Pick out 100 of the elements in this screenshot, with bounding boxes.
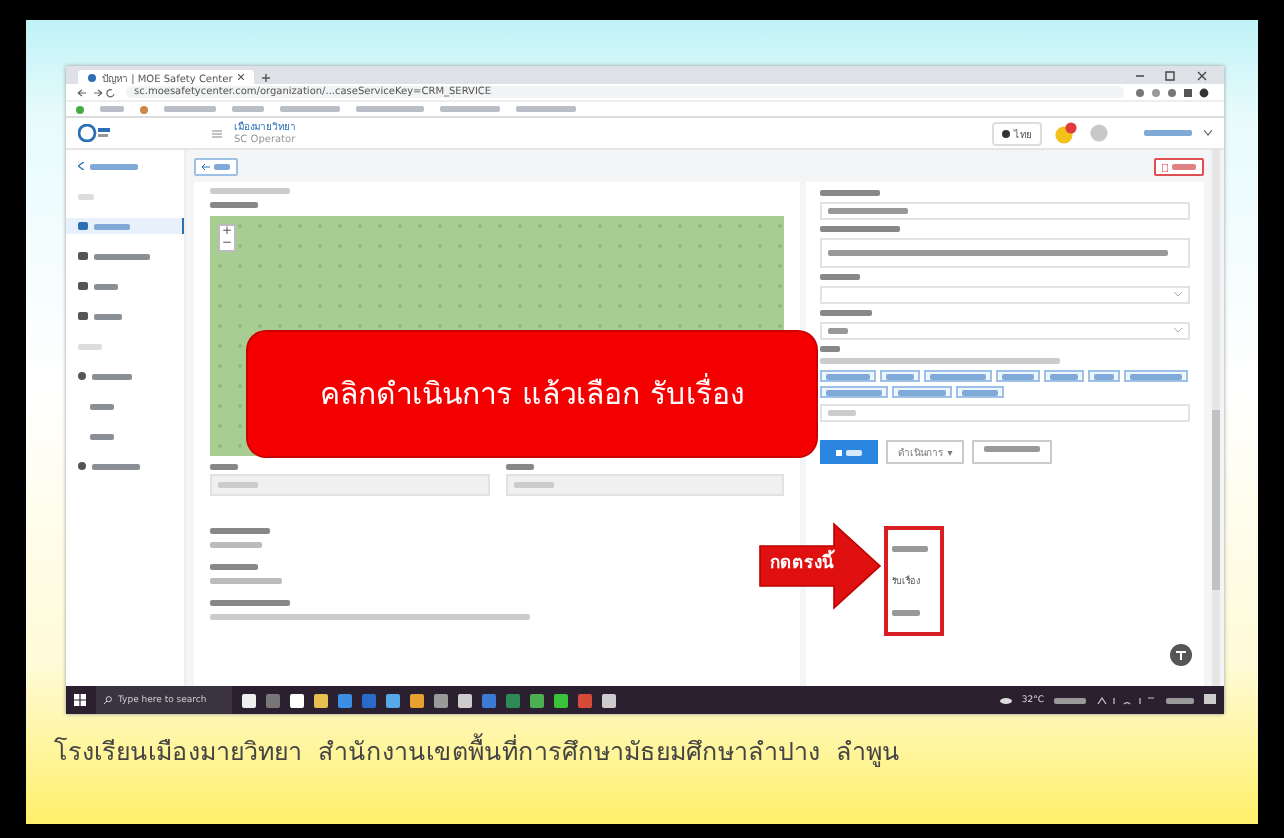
input-field[interactable] bbox=[505, 474, 785, 496]
trash-icon bbox=[1162, 163, 1168, 171]
blurred-text bbox=[898, 389, 947, 395]
blurred-text bbox=[820, 190, 881, 196]
tag[interactable] bbox=[996, 370, 1041, 382]
gear-icon bbox=[78, 372, 86, 380]
bookmark-icon bbox=[76, 105, 84, 113]
blurred-text bbox=[892, 546, 928, 552]
blurred-text bbox=[90, 433, 114, 439]
arrow-left-icon bbox=[202, 164, 210, 170]
blurred-text bbox=[930, 373, 987, 379]
blurred-text bbox=[100, 106, 124, 112]
sidebar-item[interactable] bbox=[66, 218, 184, 234]
blurred-text bbox=[78, 193, 94, 199]
inbox-icon bbox=[78, 252, 88, 260]
navigation-icon[interactable] bbox=[76, 87, 116, 97]
save-button[interactable] bbox=[820, 440, 879, 464]
chevron-icon bbox=[1174, 328, 1182, 334]
blurred-text bbox=[210, 464, 238, 470]
back-button[interactable] bbox=[194, 158, 238, 176]
blurred-text bbox=[513, 482, 554, 488]
blurred-text bbox=[820, 274, 861, 280]
scrollbar-thumb[interactable] bbox=[1212, 410, 1220, 590]
blurred-text bbox=[1172, 164, 1196, 170]
blurred-text bbox=[356, 106, 424, 112]
blurred-text bbox=[820, 310, 873, 316]
system-tray-icon bbox=[1096, 695, 1156, 705]
tag[interactable] bbox=[924, 370, 993, 382]
blurred-text bbox=[210, 202, 258, 208]
search-icon bbox=[104, 696, 112, 704]
blurred-text bbox=[210, 542, 262, 548]
blurred-text bbox=[886, 373, 915, 379]
dropdown-field[interactable] bbox=[820, 286, 1190, 304]
blurred-text bbox=[214, 164, 230, 170]
chevron-icon[interactable] bbox=[1204, 130, 1212, 136]
tag[interactable] bbox=[956, 386, 1005, 398]
blurred-text bbox=[218, 482, 258, 488]
blurred-text bbox=[210, 528, 270, 534]
blurred-text bbox=[1130, 373, 1183, 379]
blurred-text bbox=[94, 223, 130, 229]
cloud-icon bbox=[999, 696, 1012, 704]
extensions-icon[interactable] bbox=[1134, 87, 1214, 97]
blurred-text bbox=[826, 389, 883, 395]
blurred-text bbox=[232, 106, 264, 112]
window-controls-icon[interactable] bbox=[1132, 70, 1212, 82]
blurred-text bbox=[1166, 697, 1194, 703]
chevron-icon bbox=[1174, 292, 1182, 298]
input-field[interactable] bbox=[820, 202, 1190, 220]
blurred-text bbox=[828, 410, 857, 416]
callout-banner: คลิกดำเนินการ แล้วเลือก รับเรื่อง bbox=[248, 332, 816, 456]
blurred-text bbox=[892, 610, 920, 616]
blurred-text bbox=[280, 106, 340, 112]
blurred-text bbox=[210, 564, 258, 570]
blurred-text bbox=[505, 464, 534, 470]
scroll-to-top-button[interactable] bbox=[1170, 644, 1192, 666]
blurred-text bbox=[820, 346, 841, 352]
tag[interactable] bbox=[880, 370, 921, 382]
blurred-text bbox=[516, 106, 576, 112]
blurred-text bbox=[94, 313, 122, 319]
caption-text: โรงเรียนเมืองมายวิทยา สำนักงานเขตพื้นที่การศึกษามัธยมศึกษาลำปาง ลำพูน bbox=[54, 732, 900, 771]
tag[interactable] bbox=[820, 370, 877, 382]
delete-button[interactable] bbox=[1154, 158, 1204, 176]
blurred-text bbox=[90, 403, 114, 409]
blurred-text bbox=[78, 343, 102, 349]
blurred-text bbox=[1094, 373, 1115, 379]
input-field[interactable] bbox=[210, 474, 490, 496]
logo-icon bbox=[78, 124, 110, 142]
close-icon[interactable] bbox=[238, 74, 245, 80]
bookmark-icon bbox=[140, 105, 148, 113]
globe-icon bbox=[88, 73, 96, 81]
blurred-text bbox=[90, 163, 138, 169]
blurred-text bbox=[440, 106, 500, 112]
tag[interactable] bbox=[820, 386, 889, 398]
dropdown-button[interactable] bbox=[972, 440, 1053, 464]
blurred-text bbox=[1054, 697, 1086, 703]
blurred-text bbox=[846, 449, 863, 455]
tag[interactable] bbox=[1088, 370, 1121, 382]
new-tab-icon[interactable] bbox=[262, 74, 271, 82]
pointer-arrow-drawing bbox=[758, 522, 882, 610]
blurred-text bbox=[210, 578, 282, 584]
start-icon[interactable] bbox=[74, 694, 86, 706]
notification-icon[interactable] bbox=[1054, 122, 1078, 144]
text-area[interactable] bbox=[820, 238, 1190, 268]
blurred-text bbox=[826, 373, 871, 379]
tag[interactable] bbox=[1124, 370, 1189, 382]
blurred-text bbox=[820, 226, 901, 232]
dropdown-field[interactable] bbox=[820, 322, 1190, 340]
blurred-text bbox=[94, 253, 150, 259]
tag[interactable] bbox=[1044, 370, 1085, 382]
tag[interactable] bbox=[892, 386, 953, 398]
inbox-icon bbox=[78, 312, 88, 320]
blurred-text bbox=[210, 600, 290, 606]
blurred-text bbox=[94, 283, 118, 289]
blurred-text bbox=[1050, 373, 1079, 379]
blurred-text bbox=[92, 463, 140, 469]
globe-icon bbox=[1002, 129, 1010, 137]
save-icon bbox=[836, 449, 843, 455]
input-field[interactable] bbox=[820, 404, 1190, 422]
blurred-text bbox=[164, 106, 216, 112]
notification-center-icon[interactable] bbox=[1204, 694, 1216, 706]
